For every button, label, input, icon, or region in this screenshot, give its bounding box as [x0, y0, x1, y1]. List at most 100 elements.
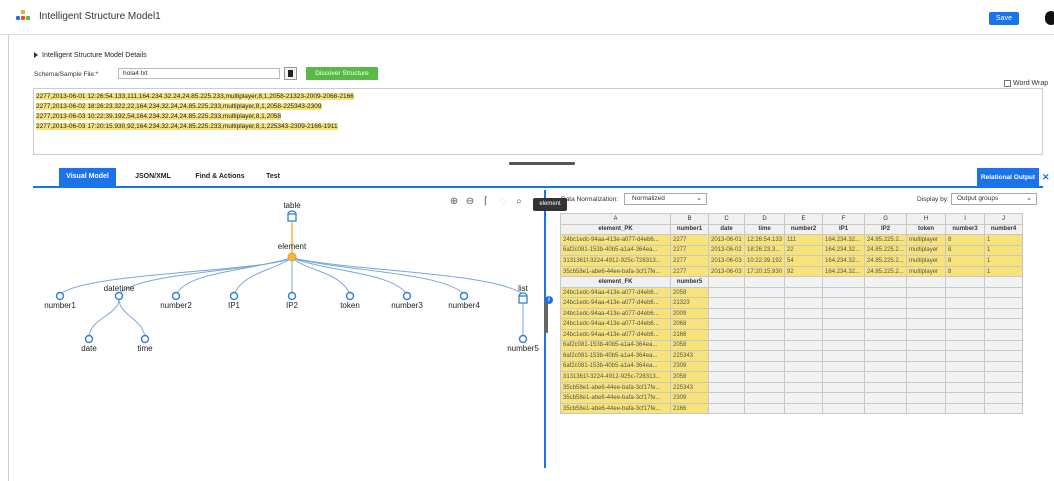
empty-cell[interactable]: [784, 329, 824, 341]
table-cell[interactable]: 24bc1edc-94aa-413e-a077-d4eb6...: [560, 307, 671, 320]
empty-cell[interactable]: [984, 329, 1024, 341]
empty-cell[interactable]: [708, 360, 745, 373]
empty-cell[interactable]: [784, 297, 824, 309]
empty-cell[interactable]: [743, 360, 786, 373]
table-cell[interactable]: 8: [945, 234, 986, 246]
empty-cell[interactable]: [945, 371, 986, 383]
empty-cell[interactable]: [906, 350, 947, 362]
column-header[interactable]: number1: [670, 223, 709, 236]
empty-cell[interactable]: [822, 329, 866, 341]
empty-cell[interactable]: [784, 307, 824, 320]
empty-cell[interactable]: [708, 318, 745, 330]
empty-cell[interactable]: [984, 276, 1024, 288]
empty-cell[interactable]: [822, 381, 866, 394]
info-icon[interactable]: i: [545, 296, 553, 304]
empty-cell[interactable]: [984, 339, 1024, 352]
token-node-icon[interactable]: [345, 291, 355, 301]
table-cell[interactable]: 22: [784, 244, 824, 257]
table-cell[interactable]: 2309: [670, 392, 709, 404]
empty-cell[interactable]: [906, 381, 947, 394]
table-cell[interactable]: 35cb58e1-abe6-44ee-bafa-3cf17fe...: [560, 392, 671, 404]
number5-node-icon[interactable]: [518, 334, 528, 344]
column-header[interactable]: number4: [984, 223, 1024, 236]
table-cell[interactable]: 2013-06-02: [708, 244, 745, 257]
normalization-select[interactable]: Normalized ⌄: [624, 193, 707, 205]
empty-cell[interactable]: [984, 286, 1024, 299]
table-cell[interactable]: 164.234.32...: [822, 265, 866, 278]
table-cell[interactable]: 92: [784, 265, 824, 278]
column-header[interactable]: element_PK: [560, 223, 671, 236]
empty-cell[interactable]: [906, 371, 947, 383]
empty-cell[interactable]: [708, 371, 745, 383]
empty-cell[interactable]: [945, 329, 986, 341]
table-cell[interactable]: 2166: [670, 402, 709, 415]
table-cell[interactable]: 35cb58e1-abe6-44ee-bafa-3cf17fe...: [560, 265, 671, 278]
column-letter[interactable]: J: [984, 213, 1024, 225]
empty-cell[interactable]: [864, 350, 908, 362]
empty-cell[interactable]: [906, 286, 947, 299]
table-cell[interactable]: 17:20:15.930: [743, 265, 786, 278]
table-cell[interactable]: 2068: [670, 318, 709, 330]
empty-cell[interactable]: [906, 339, 947, 352]
table-cell[interactable]: 8: [945, 265, 986, 278]
table-cell[interactable]: 35cb58e1-abe6-44ee-bafa-3cf17fe...: [560, 402, 671, 415]
table-cell[interactable]: 24bc1edc-94aa-413e-a077-d4eb6...: [560, 329, 671, 341]
list-node-icon[interactable]: [518, 292, 528, 304]
empty-cell[interactable]: [906, 276, 947, 288]
empty-cell[interactable]: [945, 286, 986, 299]
table-cell[interactable]: 12:26:54.133: [743, 234, 786, 246]
empty-cell[interactable]: [743, 276, 786, 288]
table-cell[interactable]: 225343: [670, 350, 709, 362]
empty-cell[interactable]: [906, 360, 947, 373]
empty-cell[interactable]: [708, 339, 745, 352]
empty-cell[interactable]: [822, 297, 866, 309]
table-cell[interactable]: 1: [984, 255, 1024, 267]
empty-cell[interactable]: [708, 297, 745, 309]
empty-cell[interactable]: [822, 392, 866, 404]
table-cell[interactable]: multiplayer: [906, 265, 947, 278]
empty-cell[interactable]: [822, 339, 866, 352]
empty-cell[interactable]: [864, 297, 908, 309]
empty-cell[interactable]: [784, 402, 824, 415]
empty-cell[interactable]: [984, 307, 1024, 320]
date-node-icon[interactable]: [84, 334, 94, 344]
table-node-icon[interactable]: [287, 210, 297, 222]
column-letter[interactable]: G: [864, 213, 908, 225]
empty-cell[interactable]: [906, 318, 947, 330]
table-cell[interactable]: 24bc1edc-94aa-413e-a077-d4eb6...: [560, 318, 671, 330]
empty-cell[interactable]: [784, 350, 824, 362]
empty-cell[interactable]: [822, 371, 866, 383]
empty-cell[interactable]: [864, 339, 908, 352]
column-letter[interactable]: E: [784, 213, 824, 225]
column-header[interactable]: number2: [784, 223, 824, 236]
empty-cell[interactable]: [784, 339, 824, 352]
table-cell[interactable]: 1: [984, 244, 1024, 257]
display-by-select[interactable]: Output groups ⌄: [951, 193, 1037, 205]
empty-cell[interactable]: [906, 402, 947, 415]
split-resize-handle[interactable]: [544, 299, 548, 333]
empty-cell[interactable]: [708, 329, 745, 341]
table-cell[interactable]: 2277: [670, 244, 709, 257]
empty-cell[interactable]: [864, 276, 908, 288]
empty-cell[interactable]: [984, 350, 1024, 362]
table-cell[interactable]: 24.85.225.2...: [864, 244, 908, 257]
empty-cell[interactable]: [945, 402, 986, 415]
empty-cell[interactable]: [945, 392, 986, 404]
column-letter[interactable]: I: [945, 213, 986, 225]
empty-cell[interactable]: [743, 402, 786, 415]
empty-cell[interactable]: [945, 350, 986, 362]
table-cell[interactable]: 2009: [670, 307, 709, 320]
empty-cell[interactable]: [984, 297, 1024, 309]
empty-cell[interactable]: [864, 329, 908, 341]
empty-cell[interactable]: [743, 350, 786, 362]
empty-cell[interactable]: [864, 371, 908, 383]
ip2-node-icon[interactable]: [287, 291, 297, 301]
empty-cell[interactable]: [945, 381, 986, 394]
empty-cell[interactable]: [984, 392, 1024, 404]
table-cell[interactable]: 3131361f-3224-4912-925c-728313...: [560, 255, 671, 267]
column-header[interactable]: IP2: [864, 223, 908, 236]
empty-cell[interactable]: [984, 318, 1024, 330]
column-letter[interactable]: C: [708, 213, 745, 225]
empty-cell[interactable]: [708, 276, 745, 288]
table-cell[interactable]: 10:22:39.192: [743, 255, 786, 267]
